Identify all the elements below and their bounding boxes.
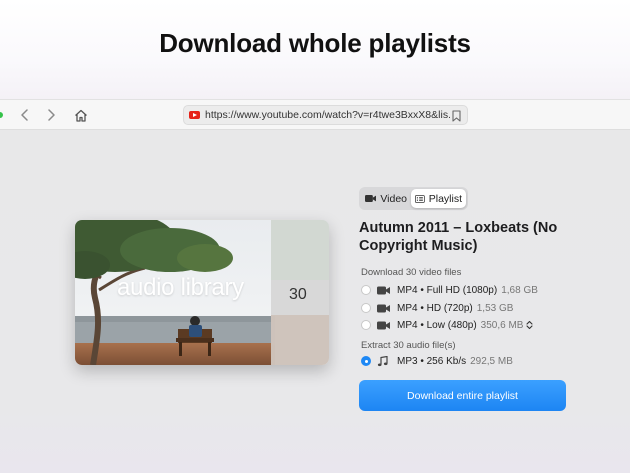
tab-playlist[interactable]: Playlist — [411, 189, 466, 208]
radio-button[interactable] — [361, 285, 371, 295]
option-format: MP4 • Full HD (1080p) — [397, 284, 498, 296]
option-format: MP4 • HD (720p) — [397, 302, 473, 314]
option-size: 292,5 MB — [470, 355, 513, 367]
bookmark-icon[interactable] — [452, 109, 461, 127]
video-camera-icon — [377, 304, 391, 313]
option-format: MP3 • 256 Kb/s — [397, 355, 467, 367]
radio-button-selected[interactable] — [361, 356, 371, 366]
playlist-icon — [415, 194, 425, 203]
url-text[interactable]: https://www.youtube.com/watch?v=r4twe3Bx… — [205, 109, 450, 121]
forward-icon[interactable] — [42, 106, 60, 124]
option-format: MP4 • Low (480p) — [397, 319, 477, 331]
music-note-icon — [377, 355, 391, 367]
option-size: 350,6 MB — [480, 319, 524, 331]
radio-button[interactable] — [361, 303, 371, 313]
playlist-thumbnail: audio library 30 — [75, 220, 329, 365]
download-playlist-button[interactable]: Download entire playlist — [359, 380, 566, 411]
audio-section-label: Extract 30 audio file(s) — [361, 340, 456, 351]
app-content: audio library 30 Video Playlist Autumn 2… — [0, 130, 630, 473]
thumbnail-title: audio library — [117, 274, 244, 301]
tab-playlist-label: Playlist — [428, 192, 462, 205]
browser-toolbar: https://www.youtube.com/watch?v=r4twe3Bx… — [0, 99, 630, 130]
option-mp3-256[interactable]: MP3 • 256 Kb/s 292,5 MB — [361, 353, 513, 369]
youtube-icon — [189, 111, 200, 119]
video-camera-icon — [365, 195, 377, 202]
video-camera-icon — [377, 321, 391, 330]
chevron-up-down-icon[interactable] — [526, 320, 534, 330]
tab-video[interactable]: Video — [361, 189, 411, 208]
option-size: 1,68 GB — [501, 284, 538, 296]
video-camera-icon — [377, 286, 391, 295]
thumbnail-video-count: 30 — [289, 286, 307, 303]
option-size: 1,53 GB — [476, 302, 514, 314]
option-mp4-720p[interactable]: MP4 • HD (720p) 1,53 GB — [361, 300, 513, 316]
playlist-title: Autumn 2011 – Loxbeats (No Copyright Mus… — [359, 220, 558, 254]
back-icon[interactable] — [16, 106, 34, 124]
home-icon[interactable] — [72, 106, 90, 124]
radio-button[interactable] — [361, 320, 371, 330]
mode-switch: Video Playlist — [359, 187, 468, 210]
address-bar[interactable]: https://www.youtube.com/watch?v=r4twe3Bx… — [183, 105, 468, 125]
page-headline: Download whole playlists — [159, 28, 471, 58]
tab-video-label: Video — [380, 192, 407, 205]
option-mp4-1080p[interactable]: MP4 • Full HD (1080p) 1,68 GB — [361, 282, 538, 298]
window-control-dot[interactable] — [0, 112, 3, 118]
option-mp4-480p[interactable]: MP4 • Low (480p) 350,6 MB — [361, 317, 534, 333]
video-section-label: Download 30 video files — [361, 267, 462, 278]
